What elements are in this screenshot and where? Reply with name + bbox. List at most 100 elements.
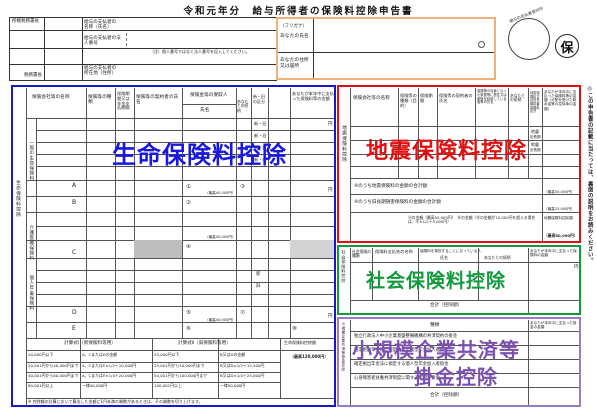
eq-tag-quake-2: 地震 [531, 142, 539, 147]
calc-cell: A、CまたはE×1/2＋10,000円 [82, 363, 137, 368]
seal-char: 保 [560, 40, 574, 56]
payer-name-field[interactable] [124, 19, 274, 29]
calc-cell: A、CまたはE×1/4＋20,000円 [82, 373, 137, 378]
eq-side-label: 地震保険料控除 [341, 125, 347, 163]
calc-cell: 20,001円から40,000円まで [28, 363, 79, 368]
payer-number-field[interactable] [126, 33, 275, 46]
small-business-label-1: 小規模企業共済等 [352, 338, 520, 362]
life-circ-4: ④ [186, 244, 191, 250]
life-letter-a: A [72, 182, 77, 189]
social-col-kind: 社会保険の種類 [352, 249, 371, 259]
life-circ-6: ⑥ [186, 326, 191, 332]
payer-name-label: 給与の支払者の名称（氏名） [84, 20, 117, 31]
seal-circle-small [478, 41, 485, 48]
life-col-amount: あなたが本年中に支払った保険料等の金額 [292, 91, 334, 101]
life-max-3: （最高40,000円） [205, 318, 236, 322]
life-letter-c: C [72, 249, 77, 256]
small-business-label-2: 掛金控除 [414, 365, 498, 389]
calc-cell: 20,000円以下 [28, 352, 54, 357]
eq-total-label: 地震保険料控除額 [544, 216, 573, 220]
calc-cell: 80,001円以上 [28, 383, 54, 388]
earthquake-label: 地震保険料控除 [366, 139, 528, 164]
social-insurance-label: 社会保険料控除 [366, 270, 507, 292]
life-max-1: （最高40,000円） [205, 191, 236, 195]
life-col-recipient-rel: あなたとの続柄 [237, 99, 249, 113]
payer-address-label: 給与の支払者の所在地（住所） [84, 66, 117, 77]
life-circ-7: ⑦ [240, 310, 245, 316]
life-side-label: 生命保険料控除 [15, 180, 21, 218]
eq-tag-old-2: 旧長期 [530, 148, 541, 152]
life-footnote: ※ 控除額の計算において算出した金額に1円未満の端数があるときは、その端数を切り… [28, 399, 203, 404]
your-address-field[interactable] [316, 55, 491, 77]
life-yen-2: 円 [328, 188, 333, 193]
life-newold-1: 新・旧 [254, 121, 267, 126]
office-label: 所轄税務署長 [12, 19, 39, 24]
eq-line-2: ⑨のうち旧長期損害保険料の金額の合計額 [354, 200, 441, 205]
life-col-recipient: 保険金等の受取人 [190, 93, 228, 98]
calc-cell: B又はDの金額 [220, 352, 246, 357]
furigana-label: （フリガナ） [280, 24, 307, 29]
sb-amount-header: あなたが本年中に支払った掛金の金額 [530, 321, 577, 330]
your-name-field[interactable] [316, 22, 474, 50]
social-total-label: 合計（控除額） [430, 303, 463, 308]
eq-max-3: （最高50,000円） [544, 233, 578, 238]
eq-formula: Ⓐの金額（最高50,000円） Ⓑの金額（Ⓑの金額が10,000円を超える場合は… [408, 215, 536, 225]
social-side-label: 社会保険料控除 [341, 250, 347, 283]
eq-col-resident: 保険等の対象となった家屋等に居住又は家財を利用している者等の氏名 [477, 89, 507, 105]
eq-max-2: （最高15,000円） [544, 207, 575, 211]
life-circ-1: ① [186, 184, 191, 190]
life-max-2: （最高40,000円） [205, 235, 236, 239]
eq-col-kind: 保険等の種類（目的） [400, 93, 417, 108]
eq-col-amount: あなたが本年中に支払った保険料等の金額（分配を受けた剰余金等の控除後の金額） [544, 90, 577, 111]
life-group-care: 介護医療保険料 [28, 225, 34, 261]
calc-cell: 40,001円から80,000円まで [28, 373, 79, 378]
payer-address-field[interactable] [124, 66, 274, 80]
life-shaded-cell [134, 240, 182, 258]
calc-label-1: 計算式Ⅰ（新保険料等用） [64, 341, 116, 346]
social-col-bearer: 保険料を負担することになっている人 [420, 249, 481, 253]
life-max-total: （最高120,000円） [290, 354, 329, 359]
eq-col-type: 地震保険料又は旧長期損害保険料区分 [530, 91, 540, 114]
calc-cell: 100,001円以上 [154, 383, 182, 388]
life-letter-e: E [72, 325, 76, 332]
calc-cell: 50,001円から100,000円まで [154, 373, 208, 378]
form-title: 令和元年分 給与所得者の保険料控除申告書 [183, 6, 414, 17]
life-letter-b: B [72, 199, 77, 206]
calc-cell: A、CまたはEの金額 [82, 352, 118, 357]
life-insurance-label: 生命保険料控除 [112, 141, 287, 169]
life-old-tag: 旧 [256, 284, 261, 289]
calc-label-2: 計算式Ⅱ（旧保険料等用） [178, 341, 231, 346]
payer-number-label: 給与の支払者の法人番号 [84, 36, 121, 47]
eq-col-holder: 保険等の契約者の氏名 [439, 93, 473, 103]
life-col-recipient-name: 氏名 [200, 108, 210, 113]
social-col-relation: あなたとの続柄 [484, 255, 511, 260]
social-col-payee: 保険料支払先の名称 [375, 249, 413, 254]
life-total-label: 生命保険料控除額 [284, 340, 316, 345]
eq-line-1: ⑨のうち地震保険料の金額の合計額 [354, 184, 428, 189]
eq-tag-old-1: 旧長期 [530, 135, 541, 139]
sb-side-label: 小規模企業共済等掛金控除 [341, 322, 346, 372]
calc-cell: B又はD×1/2＋12,500円 [220, 363, 265, 368]
seal-mark: 保 [555, 34, 579, 58]
life-shaded-cell [290, 240, 334, 258]
life-letter-d: D [72, 309, 77, 316]
sb-total-label: 合計（控除額） [430, 393, 463, 398]
calc-cell: 一律50,000円 [220, 383, 246, 388]
sb-kind-header: 種類 [430, 323, 440, 328]
receipt-stamp-circle [508, 18, 550, 60]
life-col-newold: 新・旧の区分 [253, 94, 265, 104]
number-note: （注）個人番号ではなく法人番号を記入してください。 [150, 49, 250, 54]
side-note: ◎この申告書の記載に当たっては、裏面の説明をお読みください。 [586, 86, 593, 264]
social-yen: 円 [574, 265, 579, 270]
life-yen-1: 円 [328, 122, 333, 127]
life-new-tag: 新 [256, 272, 261, 277]
calc-cell: 25,000円以下 [154, 352, 180, 357]
life-circ-8: ⑧ [292, 326, 297, 332]
social-col-name: 氏名 [440, 255, 448, 260]
life-group-general: 一般の生命保険料 [28, 140, 34, 181]
life-col-holder: 保険等の契約者の氏名 [136, 95, 179, 106]
life-col-company: 保険会社等の名称 [32, 95, 70, 100]
tax-office-label: 税務署長 [24, 73, 42, 78]
calc-cell: 一律40,000円 [82, 383, 108, 388]
calc-cell: 25,001円から50,000円まで [154, 363, 205, 368]
